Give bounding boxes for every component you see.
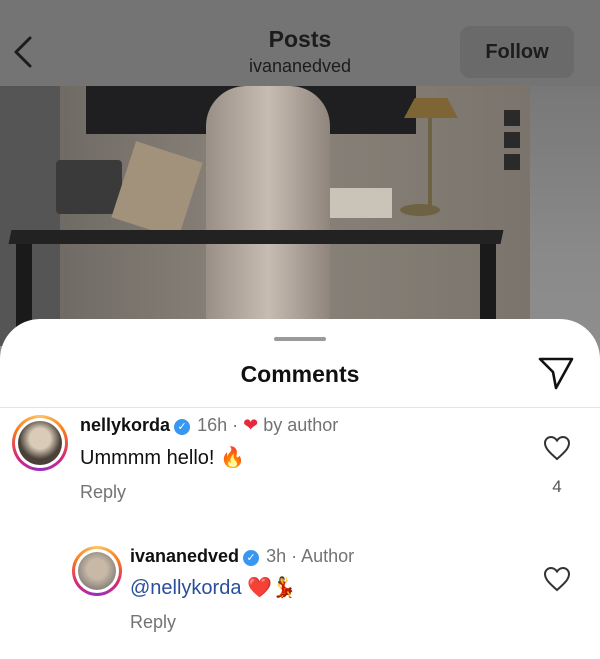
comment-text: Ummmm hello! 🔥 [80,447,245,469]
heart-outline-icon[interactable] [543,566,571,592]
comments-title: Comments [240,361,360,387]
photo-lamp-pole [428,118,432,208]
reply-button[interactable]: Reply [130,612,176,633]
reply-text: @nellykorda ❤️💃 [130,575,297,600]
photo-switch [504,154,520,170]
reply-username[interactable]: ivananedved [130,546,239,566]
photo-laptop [56,160,122,214]
avatar[interactable] [72,546,122,596]
like-count: 4 [552,477,562,496]
separator-dot: · [232,415,239,435]
photo-book [326,188,392,218]
comment-header: nellykorda ✓ 16h · ❤ by author [80,415,338,436]
photo-person [206,86,330,326]
photo-desk [8,230,504,244]
top-bar: Posts ivananedved Follow [0,0,600,86]
reply-emoji: ❤️💃 [241,577,297,599]
reply-button[interactable]: Reply [80,482,126,503]
photo-switch [504,132,520,148]
mention-link[interactable]: @nellykorda [130,577,241,599]
photo-switch [504,110,520,126]
separator-dot: · [291,546,298,566]
photo-lamp-base [400,204,440,216]
comment-time: 16h [197,415,228,435]
comments-sheet: Comments nellykorda ✓ 16h · ❤ by author U… [0,319,600,659]
heart-outline-icon[interactable] [543,435,571,461]
heart-icon: ❤ [243,415,259,435]
reply-header: ivananedved ✓ 3h · Author [130,546,354,567]
share-icon[interactable] [536,355,576,391]
reply-time: 3h [266,546,287,566]
follow-button[interactable]: Follow [460,26,574,78]
liked-by-author: by author [263,415,339,435]
author-badge: Author [301,546,355,566]
drag-handle[interactable] [274,337,326,341]
avatar[interactable] [12,415,68,471]
comment-username[interactable]: nellykorda [80,415,170,435]
verified-badge-icon: ✓ [174,419,191,435]
divider [0,407,600,408]
verified-badge-icon: ✓ [243,550,260,566]
